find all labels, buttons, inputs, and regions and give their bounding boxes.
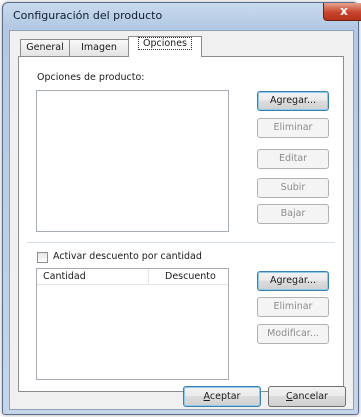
- accept-button[interactable]: Aceptar: [183, 386, 261, 407]
- discount-listview[interactable]: Cantidad Descuento: [36, 268, 229, 380]
- options-add-button[interactable]: Agregar...: [257, 91, 329, 111]
- close-button[interactable]: x: [323, 3, 361, 21]
- tab-general[interactable]: General: [20, 39, 70, 56]
- options-remove-button[interactable]: Eliminar: [257, 118, 329, 138]
- tab-opciones[interactable]: Opciones: [128, 36, 202, 57]
- discount-modify-button[interactable]: Modificar...: [257, 324, 329, 344]
- discount-checkbox[interactable]: [37, 252, 48, 263]
- tab-imagen[interactable]: Imagen: [69, 39, 129, 56]
- options-edit-button[interactable]: Editar: [257, 149, 329, 169]
- options-label: Opciones de producto:: [37, 72, 145, 83]
- cancel-label: ancelar: [292, 391, 328, 402]
- options-up-button[interactable]: Subir: [257, 178, 329, 198]
- cancel-mnemonic: C: [286, 391, 293, 402]
- options-listbox[interactable]: [36, 90, 229, 232]
- cancel-button[interactable]: Cancelar: [268, 386, 346, 407]
- dialog-window: Configuración del producto x General Ima…: [2, 2, 361, 415]
- discount-checkbox-label[interactable]: Activar descuento por cantidad: [53, 251, 202, 262]
- tab-imagen-label: Imagen: [81, 42, 117, 53]
- accept-label: ceptar: [209, 391, 241, 402]
- column-header-descuento[interactable]: Descuento: [148, 269, 228, 285]
- options-down-button[interactable]: Bajar: [257, 204, 329, 224]
- discount-add-button[interactable]: Agregar...: [257, 271, 329, 291]
- dialog-client-area: General Imagen Opciones Opciones de prod…: [9, 30, 354, 410]
- window-title: Configuración del producto: [13, 9, 163, 22]
- tab-opciones-label: Opciones: [138, 37, 192, 50]
- tab-panel-opciones: Opciones de producto: Agregar... Elimina…: [18, 56, 344, 392]
- section-separator: [27, 242, 335, 243]
- column-header-cantidad[interactable]: Cantidad: [37, 269, 148, 285]
- discount-remove-button[interactable]: Eliminar: [257, 297, 329, 317]
- tab-general-label: General: [26, 42, 64, 53]
- close-icon: x: [340, 4, 348, 18]
